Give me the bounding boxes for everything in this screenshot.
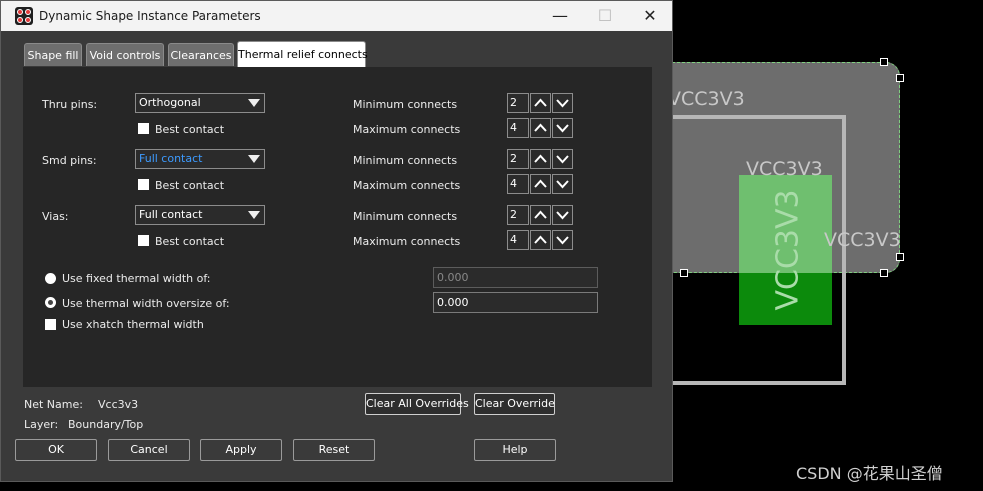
dropdown-arrow-icon: [248, 99, 260, 107]
thru-pins-max-down-button[interactable]: [552, 118, 573, 138]
fixed-thermal-width-radio[interactable]: [45, 273, 56, 284]
selection-handle[interactable]: [896, 253, 904, 261]
tab-shape-fill[interactable]: Shape fill: [24, 43, 82, 66]
vias-min-down-button[interactable]: [552, 205, 573, 225]
thru-pins-max-up-button[interactable]: [530, 118, 551, 138]
chevron-down-icon: [556, 124, 569, 133]
thru-pins-min-label: Minimum connects: [353, 98, 458, 111]
vias-max-down-button[interactable]: [552, 230, 573, 250]
dialog-window: Dynamic Shape Instance Parameters — ☐ ✕ …: [0, 0, 673, 482]
chevron-down-icon: [556, 155, 569, 164]
chevron-up-icon: [534, 123, 547, 132]
selection-handle[interactable]: [680, 269, 688, 277]
chevron-up-icon: [534, 235, 547, 244]
layer-value: Boundary/Top: [68, 418, 144, 431]
vias-label: Vias:: [42, 210, 69, 223]
thru-pins-min-value[interactable]: 2: [507, 93, 529, 113]
thru-pins-max-label: Maximum connects: [353, 123, 461, 136]
clear-override-button[interactable]: Clear Override: [474, 393, 555, 415]
maximize-button[interactable]: ☐: [582, 1, 628, 31]
dropdown-arrow-icon: [248, 155, 260, 163]
close-button[interactable]: ✕: [627, 1, 673, 31]
selection-handle[interactable]: [880, 58, 888, 66]
thru-pins-max-value[interactable]: 4: [507, 118, 529, 138]
oversize-thermal-width-label: Use thermal width oversize of:: [62, 297, 230, 310]
net-label: VCC3V3: [746, 158, 823, 180]
vias-min-label: Minimum connects: [353, 210, 458, 223]
vias-mode-value: Full contact: [139, 208, 203, 221]
thru-pins-min-up-button[interactable]: [530, 93, 551, 113]
oversize-thermal-width-input[interactable]: 0.000: [433, 292, 598, 313]
net-name-label: Net Name:: [24, 398, 83, 411]
smd-pins-max-up-button[interactable]: [530, 174, 551, 194]
thru-pins-label: Thru pins:: [42, 98, 98, 111]
tab-thermal-relief-connects[interactable]: Thermal relief connects: [237, 41, 368, 67]
chevron-up-icon: [534, 98, 547, 107]
help-button[interactable]: Help: [474, 439, 556, 461]
smd-pins-best-contact-checkbox[interactable]: [138, 179, 149, 190]
chevron-down-icon: [556, 180, 569, 189]
smd-pins-best-contact-label: Best contact: [155, 179, 225, 192]
ok-button[interactable]: OK: [15, 439, 97, 461]
net-label: VCC3V3: [824, 229, 901, 251]
watermark: CSDN @花果山圣僧: [796, 464, 943, 483]
chevron-up-icon: [534, 154, 547, 163]
vias-best-contact-checkbox[interactable]: [138, 235, 149, 246]
vias-min-value[interactable]: 2: [507, 205, 529, 225]
fixed-thermal-width-label: Use fixed thermal width of:: [62, 272, 211, 285]
fixed-thermal-width-input[interactable]: 0.000: [433, 267, 598, 288]
app-icon: [15, 7, 33, 25]
reset-button[interactable]: Reset: [293, 439, 375, 461]
layer-label: Layer:: [24, 418, 59, 431]
xhatch-thermal-width-checkbox[interactable]: [45, 319, 56, 330]
oversize-thermal-width-radio[interactable]: [45, 297, 56, 308]
chevron-up-icon: [534, 179, 547, 188]
smd-pins-max-down-button[interactable]: [552, 174, 573, 194]
smd-pins-min-up-button[interactable]: [530, 149, 551, 169]
vias-mode-select[interactable]: Full contact: [135, 205, 265, 225]
smd-pins-max-value[interactable]: 4: [507, 174, 529, 194]
chevron-down-icon: [556, 99, 569, 108]
net-label: VCC3V3: [668, 88, 745, 110]
smd-pins-min-down-button[interactable]: [552, 149, 573, 169]
thermal-relief-panel: [23, 67, 652, 387]
apply-button[interactable]: Apply: [200, 439, 282, 461]
net-name-value: Vcc3v3: [98, 398, 139, 411]
vias-max-label: Maximum connects: [353, 235, 461, 248]
cancel-button[interactable]: Cancel: [108, 439, 190, 461]
smd-pins-max-label: Maximum connects: [353, 179, 461, 192]
dropdown-arrow-icon: [248, 211, 260, 219]
smd-pins-mode-value: Full contact: [139, 152, 203, 165]
chevron-down-icon: [556, 211, 569, 220]
smd-pins-mode-select[interactable]: Full contact: [135, 149, 265, 169]
chevron-down-icon: [556, 236, 569, 245]
clear-all-overrides-button[interactable]: Clear All Overrides: [365, 393, 469, 415]
title-bar[interactable]: Dynamic Shape Instance Parameters — ☐ ✕: [1, 1, 672, 31]
vias-max-up-button[interactable]: [530, 230, 551, 250]
vias-min-up-button[interactable]: [530, 205, 551, 225]
thru-pins-mode-value: Orthogonal: [139, 96, 201, 109]
thru-pins-best-contact-checkbox[interactable]: [138, 123, 149, 134]
smd-pins-min-label: Minimum connects: [353, 154, 458, 167]
thru-pins-mode-select[interactable]: Orthogonal: [135, 93, 265, 113]
selection-handle[interactable]: [896, 74, 904, 82]
smd-pins-min-value[interactable]: 2: [507, 149, 529, 169]
thru-pins-best-contact-label: Best contact: [155, 123, 225, 136]
xhatch-thermal-width-label: Use xhatch thermal width: [62, 318, 204, 331]
selection-handle[interactable]: [880, 269, 888, 277]
tab-clearances[interactable]: Clearances: [168, 43, 234, 66]
vias-max-value[interactable]: 4: [507, 230, 529, 250]
tab-void-controls[interactable]: Void controls: [86, 43, 164, 66]
smd-pins-label: Smd pins:: [42, 154, 97, 167]
chevron-up-icon: [534, 210, 547, 219]
thru-pins-min-down-button[interactable]: [552, 93, 573, 113]
net-label-vertical: VCC3V3: [770, 189, 806, 311]
minimize-button[interactable]: —: [537, 1, 583, 31]
vias-best-contact-label: Best contact: [155, 235, 225, 248]
window-title: Dynamic Shape Instance Parameters: [39, 9, 261, 23]
